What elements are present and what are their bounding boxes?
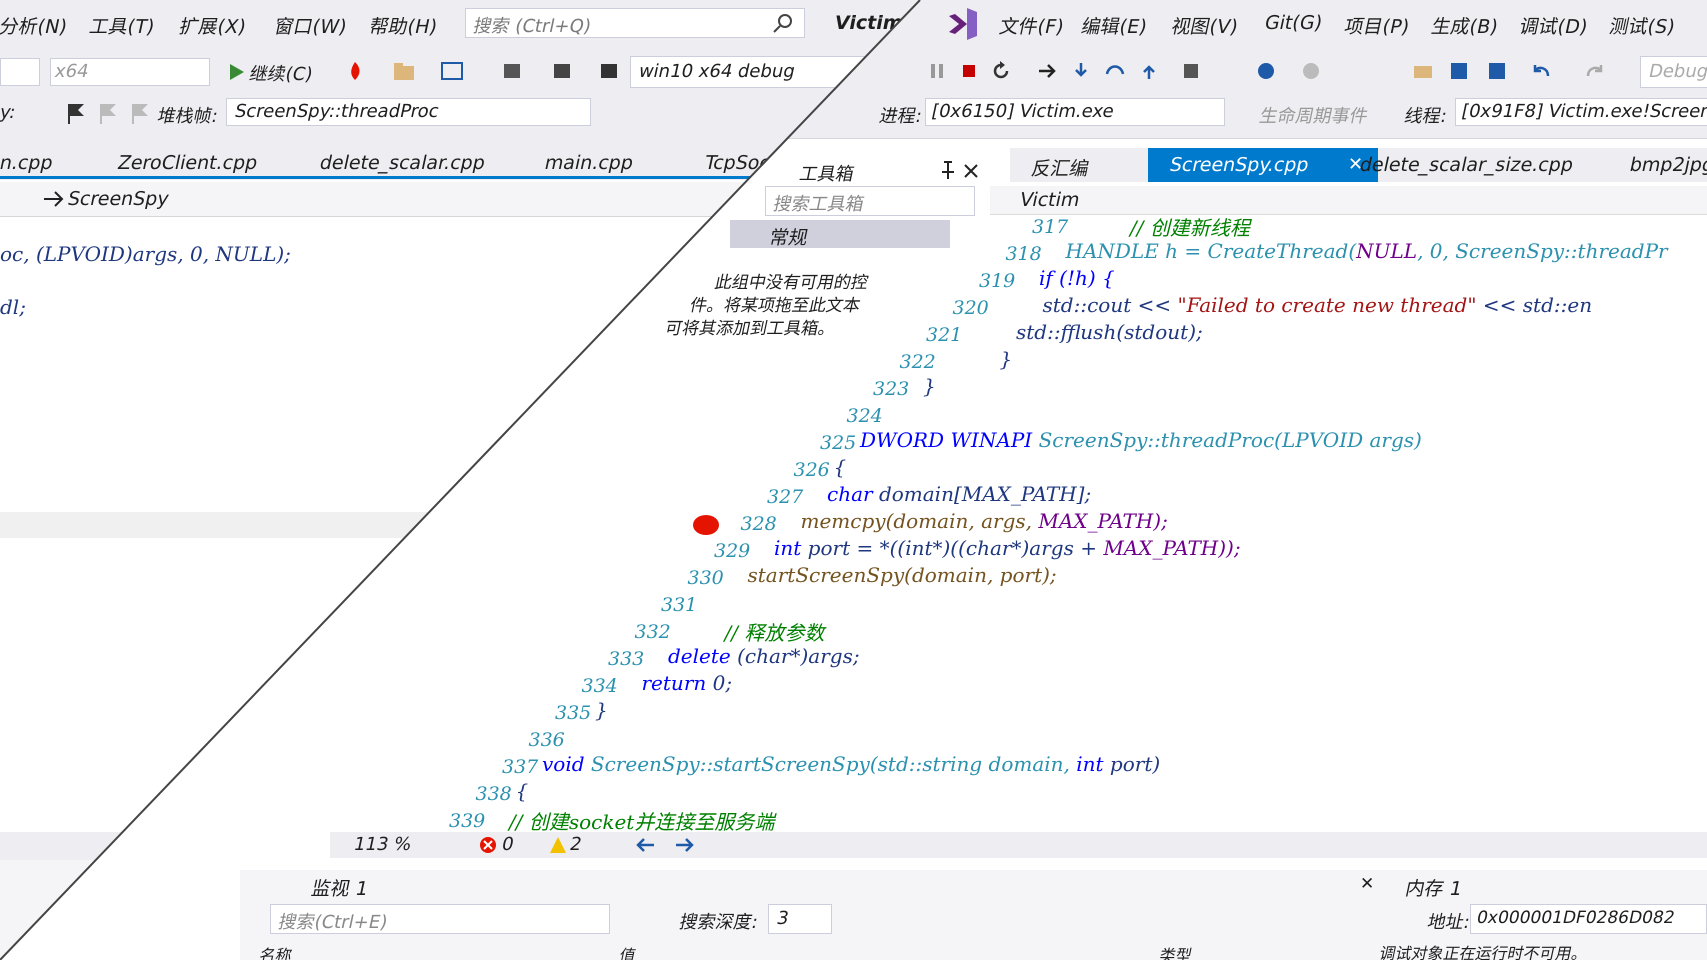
window-seam bbox=[0, 0, 921, 960]
